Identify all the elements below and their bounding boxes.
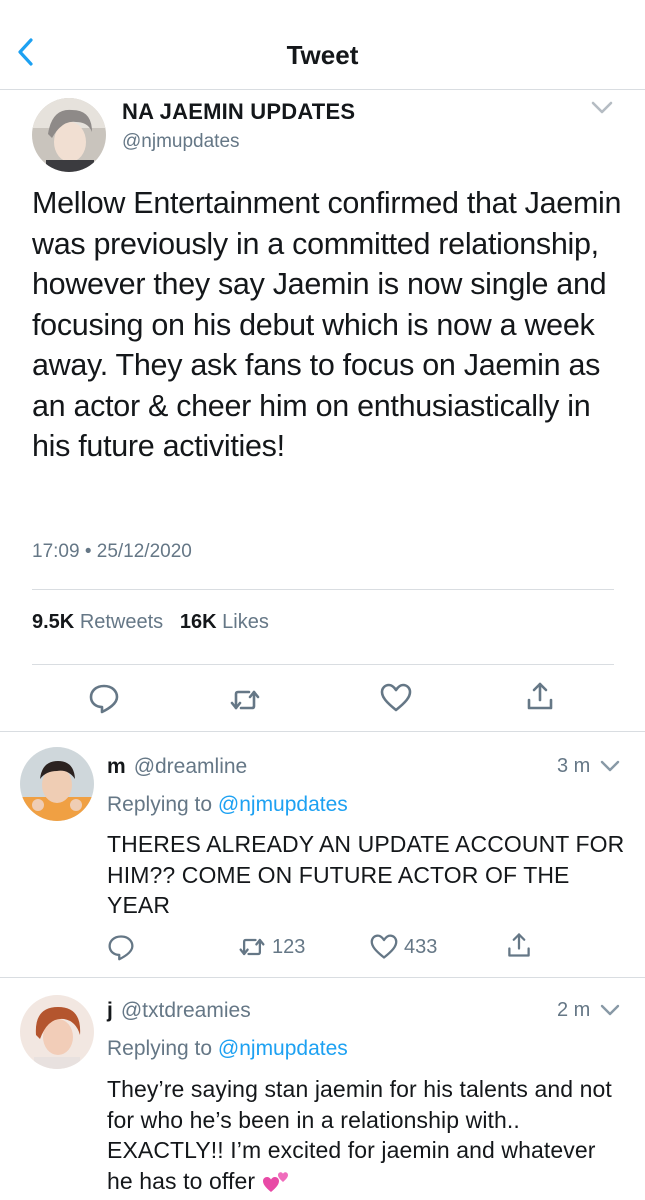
- retweet-count: 123: [272, 935, 306, 958]
- reply-time: 2 m: [557, 999, 591, 1021]
- like-icon: [380, 683, 412, 712]
- reply-button[interactable]: [107, 931, 141, 963]
- replying-to-prefix: Replying to: [107, 793, 213, 816]
- author-avatar[interactable]: [32, 98, 106, 172]
- author-handle[interactable]: @njmupdates: [122, 131, 240, 153]
- reply-avatar[interactable]: [20, 995, 94, 1069]
- divider: [32, 589, 614, 590]
- page-title: Tweet: [286, 40, 359, 70]
- reply-tweet[interactable]: m @dreamline 3 m Replying to @njmupdates …: [0, 733, 645, 978]
- reply-time: 3 m: [557, 755, 591, 777]
- reply-icon: [89, 684, 119, 714]
- reply-text-block: They’re saying stan jaemin for his talen…: [107, 1074, 627, 1196]
- reply-text: THERES ALREADY AN UPDATE ACCOUNT FOR HIM…: [107, 831, 625, 918]
- retweet-icon: [239, 938, 265, 956]
- tweet-options-button[interactable]: [588, 97, 616, 119]
- retweets-label: Retweets: [79, 611, 164, 633]
- replying-to: Replying to @njmupdates: [107, 793, 348, 817]
- reply-options-button[interactable]: [599, 759, 621, 775]
- retweet-button[interactable]: 123: [238, 931, 305, 963]
- like-button[interactable]: 433: [370, 931, 437, 963]
- like-button[interactable]: [380, 682, 412, 714]
- replying-to: Replying to @njmupdates: [107, 1037, 348, 1061]
- tweet-text: Mellow Entertainment confirmed that Jaem…: [32, 186, 622, 463]
- divider: [32, 664, 614, 665]
- likes-count: 16K: [179, 611, 217, 633]
- replying-to-link[interactable]: @njmupdates: [218, 1037, 348, 1060]
- author-name[interactable]: NA JAEMIN UPDATES: [122, 99, 355, 125]
- share-icon: [527, 682, 553, 710]
- reply-options-button[interactable]: [599, 1003, 621, 1019]
- likes-label: Likes: [222, 611, 269, 633]
- chevron-down-icon: [600, 1004, 620, 1016]
- two-hearts-emoji: [262, 1172, 288, 1193]
- reply-author[interactable]: j @txtdreamies: [107, 999, 251, 1023]
- reply-author-name: m: [107, 755, 126, 778]
- like-icon: [370, 934, 398, 959]
- share-button[interactable]: [505, 929, 539, 961]
- tweet-stats: 9.5K Retweets 16K Likes: [32, 611, 269, 634]
- tweet-timestamp: 17:09 • 25/12/2020: [32, 541, 192, 562]
- main-tweet: NA JAEMIN UPDATES @njmupdates Mellow Ent…: [0, 90, 645, 732]
- reply-text: They’re saying stan jaemin for his talen…: [107, 1076, 612, 1194]
- reply-author-handle: @dreamline: [133, 755, 248, 778]
- chevron-down-icon: [600, 760, 620, 772]
- reply-author[interactable]: m @dreamline: [107, 755, 247, 779]
- retweets-stat[interactable]: 9.5K Retweets: [32, 611, 163, 634]
- reply-tweet[interactable]: j @txtdreamies 2 m Replying to @njmupdate…: [0, 978, 645, 1200]
- replying-to-link[interactable]: @njmupdates: [218, 793, 348, 816]
- reply-author-name: j: [107, 999, 113, 1022]
- like-count: 433: [404, 935, 438, 958]
- retweets-count: 9.5K: [32, 611, 75, 633]
- reply-avatar[interactable]: [20, 747, 94, 821]
- reply-icon: [108, 935, 134, 961]
- share-icon: [508, 933, 530, 957]
- navigation-bar: Tweet: [0, 0, 645, 90]
- chevron-down-icon: [591, 101, 613, 114]
- retweet-button[interactable]: [229, 684, 261, 716]
- likes-stat[interactable]: 16K Likes: [180, 611, 269, 634]
- share-button[interactable]: [524, 680, 556, 712]
- reply-button[interactable]: [88, 682, 120, 714]
- replying-to-prefix: Replying to: [107, 1037, 213, 1060]
- reply-author-handle: @txtdreamies: [120, 999, 251, 1022]
- retweet-icon: [230, 690, 260, 710]
